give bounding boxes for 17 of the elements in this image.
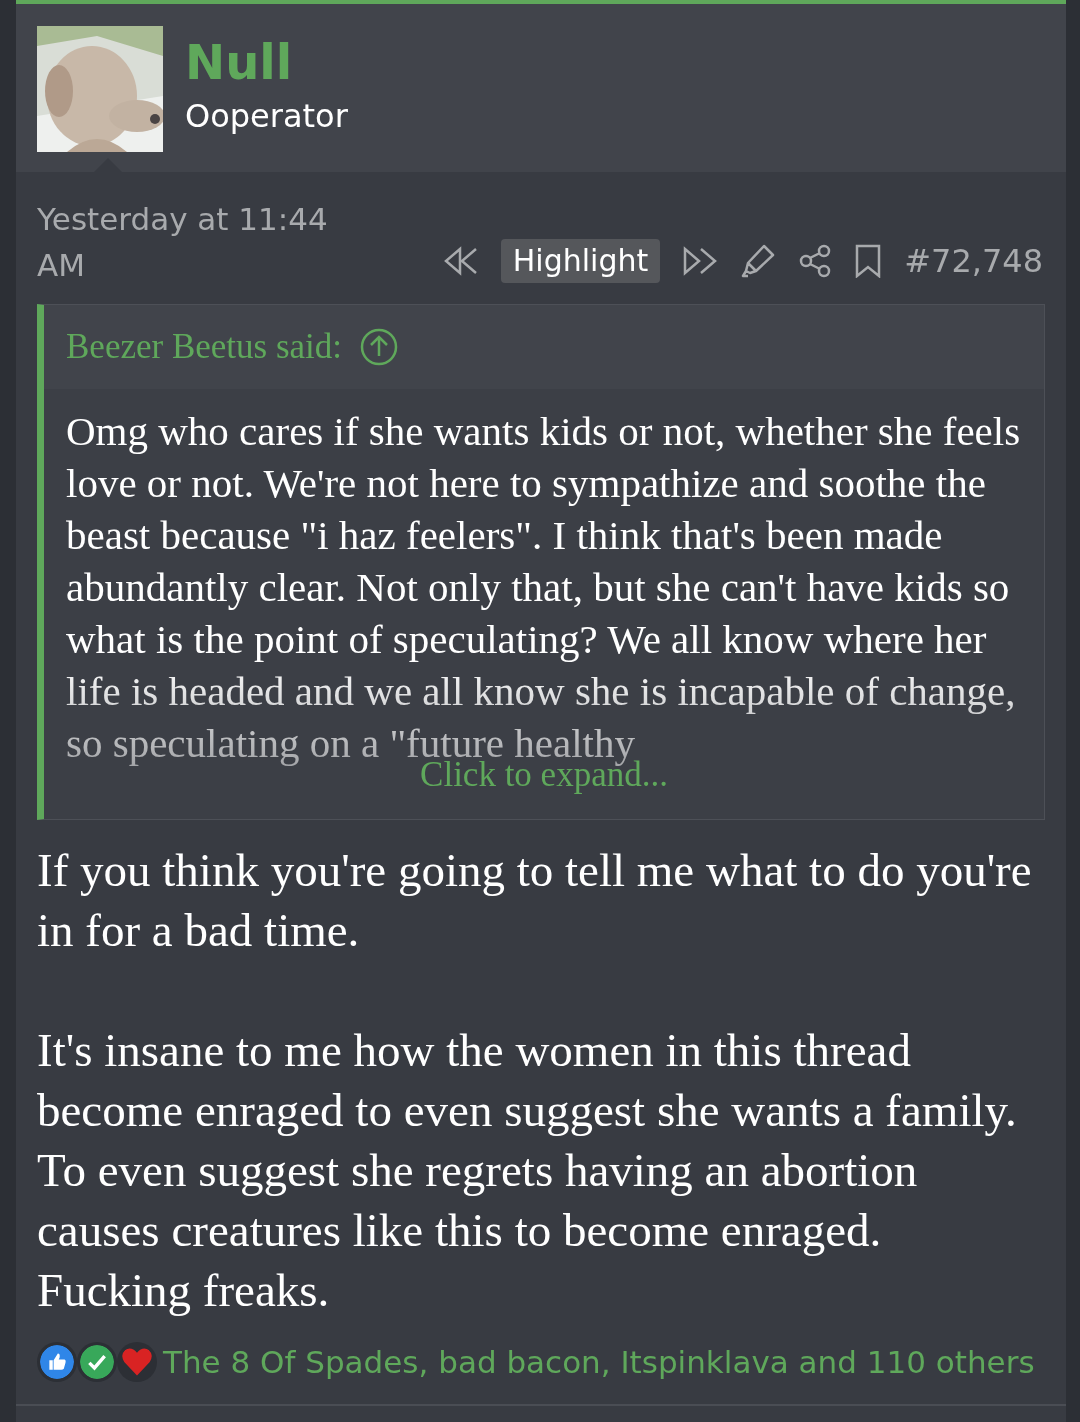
quote-author[interactable]: Beezer Beetus said: [66,320,342,374]
username[interactable]: Null [185,32,348,92]
user-title: Ooperator [185,96,348,137]
reaction-summary-link[interactable]: The 8 Of Spades, bad bacon, Itspinklava and 110 others [163,1340,1035,1384]
arrow-up-icon[interactable] [360,328,398,366]
previous-icon[interactable] [442,246,479,276]
bookmark-icon[interactable] [854,244,883,278]
post-paragraph: It's insane to me how the women in this thread become enraged to even suggest she wants a family. To even suggest she regrets having an abortion causes creatures like this to become enraged. Fucking freaks. [37,1023,1018,1318]
share-icon[interactable] [798,244,833,278]
post-paragraph: If you think you're going to tell me what to do you're in for a bad time. [37,843,1033,958]
next-icon[interactable] [682,246,719,276]
highlight-button[interactable]: Highlight [500,239,661,283]
checkmark-icon[interactable] [77,1342,117,1382]
thumbs-up-icon[interactable] [37,1342,77,1382]
post-date[interactable]: Yesterday at 11:44 AM [37,196,337,288]
highlighter-icon[interactable] [740,243,777,279]
post-number[interactable]: #72,748 [904,238,1043,284]
